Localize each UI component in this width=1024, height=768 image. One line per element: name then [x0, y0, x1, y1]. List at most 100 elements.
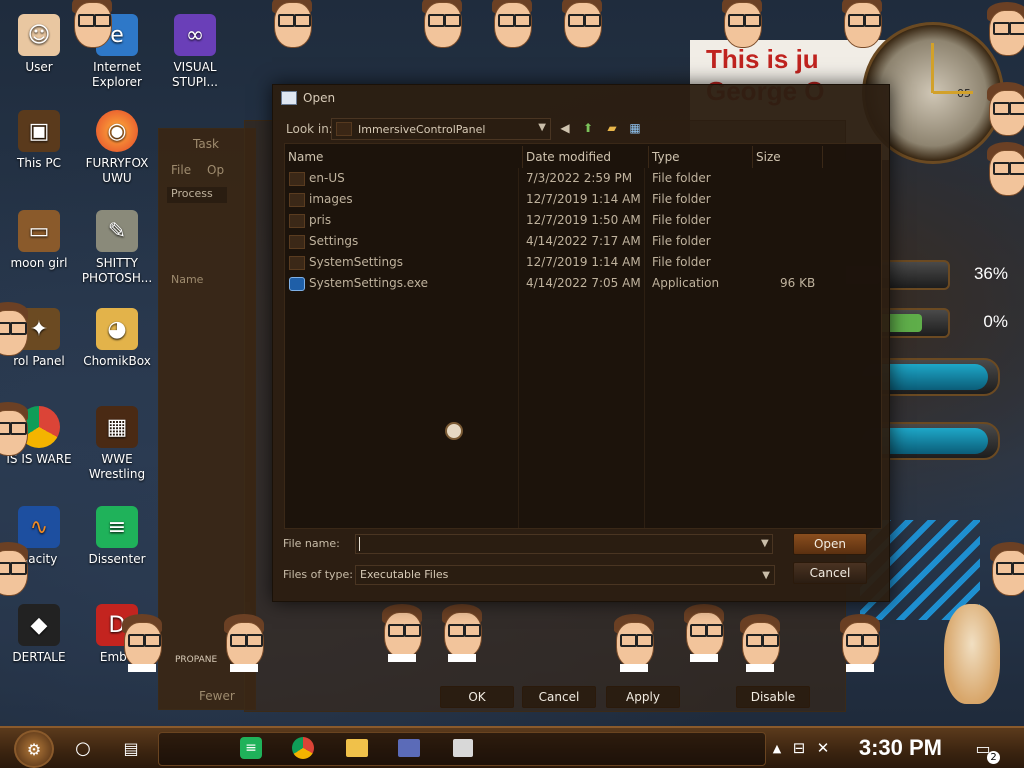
file-date: 4/14/2022 7:05 AM — [526, 276, 641, 290]
file-name: SystemSettings — [309, 255, 403, 269]
task-menu-op[interactable]: Op — [207, 163, 224, 177]
cartoon-head — [440, 602, 484, 662]
column-header-name[interactable]: Name — [285, 146, 523, 168]
bg-apply-button[interactable]: Apply — [606, 686, 680, 708]
gauge-1-label: 36% — [973, 264, 1008, 283]
hamster-image — [944, 604, 1000, 704]
taskbar-file-explorer[interactable] — [344, 736, 370, 760]
file-name-input[interactable] — [355, 534, 773, 554]
files-of-type-dropdown[interactable]: Executable Files ▼ — [355, 565, 775, 585]
desktop-icon-firefox[interactable]: ◉ FURRYFOX UWU — [78, 110, 156, 186]
view-grid-icon: ▦ — [629, 121, 641, 135]
desktop-icon-visual-studio[interactable]: ∞ VISUAL STUPI... — [156, 14, 234, 90]
task-fewer[interactable]: Fewer — [199, 689, 235, 703]
back-arrow-icon: ◀ — [560, 121, 570, 135]
dialog-title-bar: Open — [281, 89, 335, 107]
task-col-name: Name — [171, 273, 204, 286]
file-date: 4/14/2022 7:17 AM — [526, 234, 641, 248]
desktop-icon-label: ChomikBox — [83, 354, 151, 368]
cartoon-head — [738, 612, 782, 672]
taskbar-control-panel[interactable] — [396, 736, 422, 760]
task-view-icon: ▤ — [123, 738, 139, 758]
desktop-icon-label: This PC — [17, 156, 61, 170]
volume-button[interactable]: ✕ — [810, 736, 836, 760]
task-view-button[interactable]: ▤ — [118, 736, 144, 760]
file-row[interactable]: images 12/7/2019 1:14 AM File folder — [285, 189, 881, 210]
file-size: 96 KB — [780, 276, 816, 290]
desktop-icon-user[interactable]: ☺ User — [0, 14, 78, 75]
desktop-icon-dissenter[interactable]: ≡ Dissenter — [78, 506, 156, 567]
desktop-icon-label: WWE Wrestling — [88, 452, 146, 481]
firefox-icon: ◉ — [96, 110, 138, 152]
desktop-icon-label: User — [25, 60, 53, 74]
chevron-up-icon: ▲ — [772, 741, 782, 755]
desktop-icon-label: Dissenter — [88, 552, 146, 566]
view-menu-button[interactable]: ▦ — [626, 120, 644, 136]
cartoon-head — [120, 612, 164, 672]
bg-cancel-button[interactable]: Cancel — [522, 686, 596, 708]
desktop-icon-wwe[interactable]: ▦ WWE Wrestling — [78, 406, 156, 482]
column-header-type[interactable]: Type — [649, 146, 753, 168]
task-tab-process[interactable]: Process — [167, 187, 227, 203]
cartoon-head — [0, 540, 30, 598]
bg-ok-button[interactable]: OK — [440, 686, 514, 708]
taskbar-chrome[interactable] — [290, 736, 316, 760]
new-folder-button[interactable]: ▰ — [603, 120, 621, 136]
desktop-icon-photoshop[interactable]: ✎ SHITTY PHOTOSH... — [78, 210, 156, 286]
desktop-icon-this-pc[interactable]: ▣ This PC — [0, 110, 78, 171]
new-folder-icon: ▰ — [607, 121, 617, 135]
file-type: File folder — [652, 255, 711, 269]
start-button[interactable]: ⚙ — [14, 730, 54, 768]
notification-center-button[interactable]: ▭ 2 — [970, 736, 1000, 764]
chevron-down-icon[interactable]: ▼ — [761, 538, 769, 549]
search-button[interactable]: ○ — [70, 736, 96, 760]
cartoon-head — [985, 140, 1024, 198]
chevron-down-icon: ▼ — [762, 570, 770, 581]
file-name: images — [309, 192, 353, 206]
folder-icon — [346, 739, 368, 757]
cartoon-head — [612, 612, 656, 672]
desktop-icon-chomikbox[interactable]: ◕ ChomikBox — [78, 308, 156, 369]
unity-icon: ◆ — [18, 604, 60, 646]
file-row[interactable]: SystemSettings 12/7/2019 1:14 AM File fo… — [285, 252, 881, 273]
column-header-date-modified[interactable]: Date modified — [523, 146, 649, 168]
task-manager-title: Task — [193, 137, 219, 151]
window-app-icon — [281, 91, 297, 105]
file-date: 7/3/2022 2:59 PM — [526, 171, 633, 185]
file-list: Name Date modified Type Size en-US 7/3/2… — [284, 143, 882, 529]
taskbar-dissenter[interactable]: ≡ — [238, 736, 264, 760]
taskbar-task-manager[interactable] — [450, 736, 476, 760]
gimp-icon: ✎ — [96, 210, 138, 252]
file-row[interactable]: SystemSettings.exe 4/14/2022 7:05 AM App… — [285, 273, 881, 294]
look-in-dropdown[interactable]: ImmersiveControlPanel ▼ — [331, 118, 551, 140]
cartoon-head — [840, 0, 884, 50]
volume-muted-icon: ✕ — [816, 739, 830, 757]
file-type: File folder — [652, 234, 711, 248]
hamster-icon: ◕ — [96, 308, 138, 350]
file-type: Application — [652, 276, 720, 290]
task-menu-file[interactable]: File — [171, 163, 191, 177]
cartoon-head — [70, 0, 114, 50]
desktop-icon-label: VISUAL STUPI... — [172, 60, 218, 89]
network-icon-button[interactable]: ⊟ — [786, 736, 812, 760]
folder-icon — [336, 122, 352, 136]
back-button[interactable]: ◀ — [556, 120, 574, 136]
chevron-down-icon: ▼ — [538, 122, 546, 133]
file-row[interactable]: pris 12/7/2019 1:50 AM File folder — [285, 210, 881, 231]
desktop-icon-undertale[interactable]: ◆ DERTALE — [0, 604, 78, 665]
folder-icon — [289, 214, 305, 228]
file-row[interactable]: en-US 7/3/2022 2:59 PM File folder — [285, 168, 881, 189]
taskbar-clock[interactable]: 3:30 PM — [859, 735, 942, 761]
bg-disable-button[interactable]: Disable — [736, 686, 810, 708]
notification-count: 2 — [987, 751, 1000, 764]
chrome-icon — [292, 737, 314, 759]
desktop-icon-moon-girl[interactable]: ▭ moon girl — [0, 210, 78, 271]
up-folder-button[interactable]: ⬆ — [579, 120, 597, 136]
file-row[interactable]: Settings 4/14/2022 7:17 AM File folder — [285, 231, 881, 252]
open-button[interactable]: Open — [793, 533, 867, 555]
column-header-size[interactable]: Size — [753, 146, 823, 168]
cartoon-head — [985, 0, 1024, 58]
clock-hand — [931, 43, 934, 93]
look-in-label: Look in: — [286, 122, 333, 136]
cancel-button[interactable]: Cancel — [793, 562, 867, 584]
